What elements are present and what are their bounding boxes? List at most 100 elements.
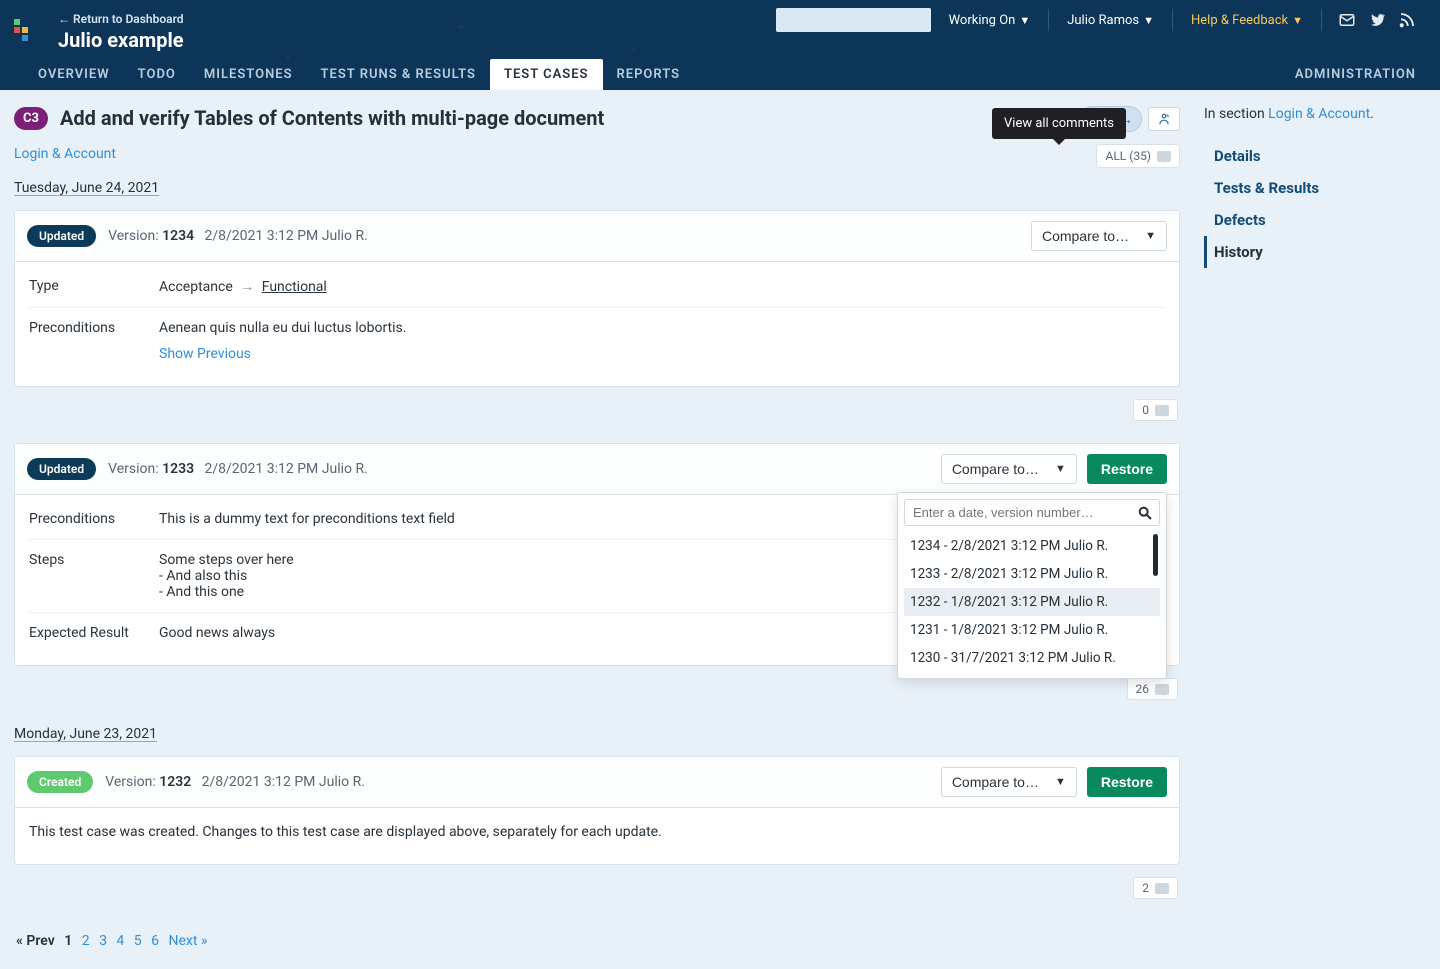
field-label: Preconditions [29, 320, 159, 362]
history-card-body: This test case was created. Changes to t… [15, 808, 1179, 864]
pagination-page[interactable]: 2 [82, 933, 90, 949]
content: C3 Add and verify Tables of Contents wit… [0, 90, 1440, 969]
version-meta: Version: 1233 2/8/2021 3:12 PM Julio R. [108, 461, 368, 477]
compare-to-button[interactable]: Compare to… ▼ [1031, 221, 1167, 251]
history-card-header: Created Version: 1232 2/8/2021 3:12 PM J… [15, 757, 1179, 808]
compare-to-button[interactable]: Compare to… ▼ [941, 767, 1077, 797]
sidebar-section-link[interactable]: Login & Account [1268, 106, 1370, 122]
all-comments-button[interactable]: ALL (35) [1096, 144, 1180, 168]
compare-option[interactable]: 1233 - 2/8/2021 3:12 PM Julio R. [904, 560, 1160, 588]
sidebar: In section Login & Account. Details Test… [1194, 90, 1440, 969]
return-dashboard-link[interactable]: ← Return to Dashboard [58, 12, 184, 26]
status-badge-updated: Updated [27, 458, 96, 480]
compare-option[interactable]: 1232 - 1/8/2021 3:12 PM Julio R. [904, 588, 1160, 616]
working-on-selector[interactable]: Working On ▼ [943, 13, 1037, 28]
compare-search-input[interactable] [911, 504, 1137, 521]
pagination-page[interactable]: 6 [151, 933, 159, 949]
version-number: 1233 [162, 461, 194, 477]
pagination-page[interactable]: 1 [64, 933, 72, 949]
comment-count[interactable]: 0 [1133, 399, 1178, 421]
version-meta: Version: 1232 2/8/2021 3:12 PM Julio R. [105, 774, 365, 790]
history-card: Updated Version: 1234 2/8/2021 3:12 PM J… [14, 210, 1180, 387]
version-timestamp: 2/8/2021 3:12 PM Julio R. [205, 228, 368, 244]
field-label: Steps [29, 552, 159, 600]
compare-option[interactable]: 1230 - 31/7/2021 3:12 PM Julio R. [904, 644, 1160, 672]
tab-todo[interactable]: TODO [124, 59, 190, 90]
status-badge-updated: Updated [27, 225, 96, 247]
compare-search[interactable] [904, 499, 1160, 526]
comment-icon [1155, 684, 1169, 695]
chevron-down-icon: ▼ [1055, 776, 1066, 788]
chevron-down-icon: ▼ [1019, 14, 1030, 27]
field-row-preconditions: Preconditions Aenean quis nulla eu dui l… [29, 308, 1165, 374]
compare-dropdown: 1234 - 2/8/2021 3:12 PM Julio R. 1233 - … [897, 492, 1167, 679]
sidebar-item-defects[interactable]: Defects [1204, 204, 1430, 236]
compare-to-button[interactable]: Compare to… ▼ [941, 454, 1077, 484]
comment-count[interactable]: 26 [1127, 678, 1179, 700]
field-value: Aenean quis nulla eu dui luctus lobortis… [159, 320, 1165, 362]
app-logo-icon[interactable] [14, 19, 40, 45]
pagination-prev[interactable]: « Prev [16, 933, 55, 949]
divider [1172, 9, 1173, 31]
restore-button[interactable]: Restore [1087, 454, 1167, 484]
history-card-header: Updated Version: 1234 2/8/2021 3:12 PM J… [15, 211, 1179, 262]
compare-option[interactable]: 1234 - 2/8/2021 3:12 PM Julio R. [904, 532, 1160, 560]
title-actions: ← → View all comments [1079, 106, 1180, 132]
rss-icon[interactable] [1398, 11, 1416, 29]
working-on-label: Working On [949, 13, 1016, 28]
date-heading-2: Monday, June 23, 2021 [14, 726, 1180, 742]
history-card-body: Type Acceptance → Functional Preconditio… [15, 262, 1179, 386]
twitter-icon[interactable] [1368, 11, 1386, 29]
restore-button[interactable]: Restore [1087, 767, 1167, 797]
history-card: Created Version: 1232 2/8/2021 3:12 PM J… [14, 756, 1180, 865]
sidebar-item-tests-results[interactable]: Tests & Results [1204, 172, 1430, 204]
version-label: Version: [108, 461, 159, 477]
tooltip-view-comments: View all comments [992, 108, 1126, 139]
tab-reports[interactable]: REPORTS [603, 59, 695, 90]
tab-milestones[interactable]: MILESTONES [190, 59, 307, 90]
comment-icon [1155, 405, 1169, 416]
sidebar-item-details[interactable]: Details [1204, 140, 1430, 172]
comment-icon [1155, 883, 1169, 894]
chevron-down-icon: ▼ [1055, 463, 1066, 475]
compare-list: 1234 - 2/8/2021 3:12 PM Julio R. 1233 - … [904, 532, 1160, 672]
field-label: Expected Result [29, 625, 159, 641]
pagination-next[interactable]: Next » [169, 933, 208, 949]
type-new: Functional [262, 279, 327, 295]
tab-test-cases[interactable]: TEST CASES [490, 59, 603, 90]
mail-icon[interactable] [1338, 11, 1356, 29]
show-previous-link[interactable]: Show Previous [159, 346, 251, 362]
user-selector[interactable]: Julio Ramos ▼ [1061, 13, 1160, 28]
chevron-down-icon: ▼ [1292, 14, 1303, 27]
global-search[interactable] [776, 8, 931, 32]
sidebar-intro-text: In section [1204, 106, 1268, 122]
field-row-type: Type Acceptance → Functional [29, 266, 1165, 308]
tab-administration[interactable]: ADMINISTRATION [1295, 59, 1416, 90]
main-column: C3 Add and verify Tables of Contents wit… [0, 90, 1194, 969]
pagination-page[interactable]: 5 [134, 933, 142, 949]
global-search-input[interactable] [782, 12, 941, 28]
tab-test-runs[interactable]: TEST RUNS & RESULTS [307, 59, 490, 90]
compare-label: Compare to… [952, 461, 1039, 477]
title-action-1[interactable] [1148, 107, 1180, 131]
section-breadcrumb[interactable]: Login & Account [14, 146, 116, 162]
case-title: Add and verify Tables of Contents with m… [60, 106, 604, 130]
chevron-down-icon: ▼ [1143, 14, 1154, 27]
app-header: ← Return to Dashboard Julio example Work… [0, 0, 1440, 90]
help-label: Help & Feedback [1191, 13, 1288, 28]
main-tabs: OVERVIEW TODO MILESTONES TEST RUNS & RES… [0, 56, 1440, 90]
project-name: Julio example [58, 28, 184, 52]
scrollbar[interactable] [1153, 534, 1158, 576]
sidebar-intro: In section Login & Account. [1204, 106, 1430, 122]
help-feedback-selector[interactable]: Help & Feedback ▼ [1185, 13, 1309, 28]
user-name-label: Julio Ramos [1067, 13, 1139, 28]
card-actions: Compare to… ▼ [1031, 221, 1167, 251]
tab-overview[interactable]: OVERVIEW [24, 59, 124, 90]
comment-count[interactable]: 2 [1133, 877, 1178, 899]
pagination-page[interactable]: 4 [116, 933, 124, 949]
sidebar-item-history[interactable]: History [1204, 236, 1430, 268]
pagination-page[interactable]: 3 [99, 933, 107, 949]
compare-option[interactable]: 1231 - 1/8/2021 3:12 PM Julio R. [904, 616, 1160, 644]
comment-count-value: 26 [1136, 682, 1150, 696]
field-label: Preconditions [29, 511, 159, 527]
